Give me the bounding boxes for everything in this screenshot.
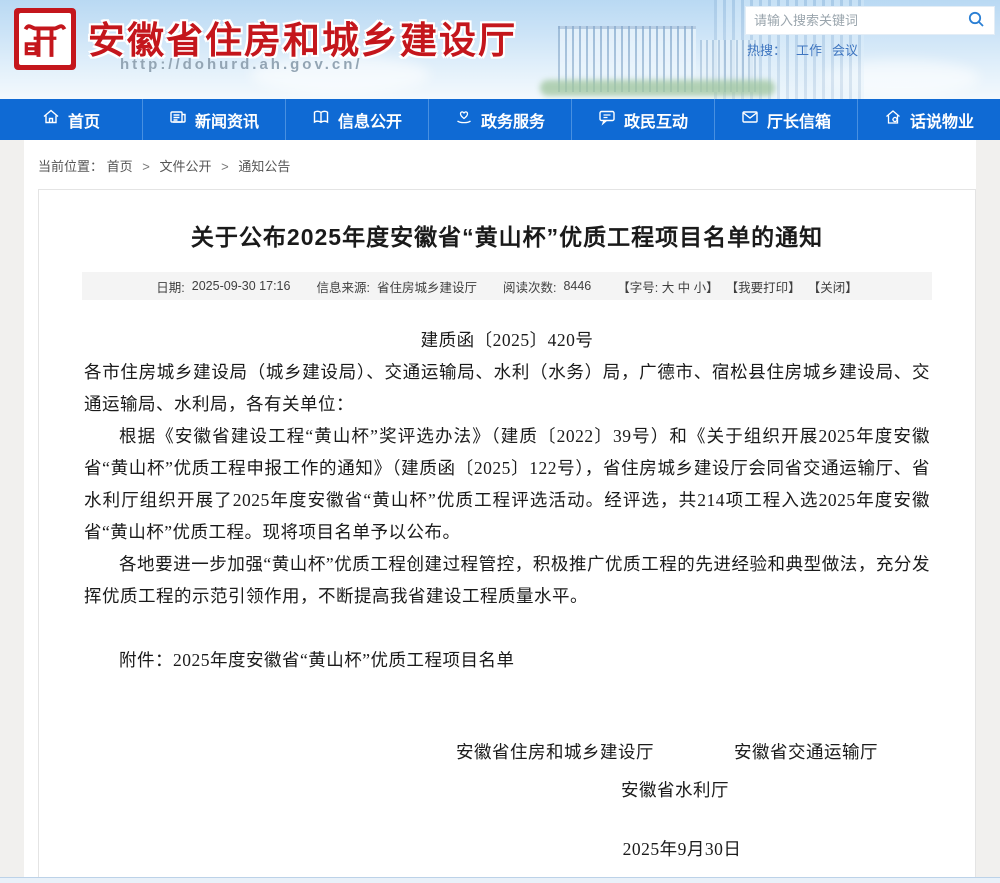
service-icon — [455, 108, 473, 131]
nav-item-home[interactable]: 首页 — [0, 99, 142, 140]
meta-views-label: 阅读次数: — [503, 277, 556, 296]
print-button[interactable]: 【我要打印】 — [726, 277, 801, 296]
breadcrumb-file-disclosure[interactable]: 文件公开 — [160, 159, 212, 174]
paragraph-basis: 根据《安徽省建设工程“黄山杯”奖评选办法》（建质〔2022〕39号）和《关于组织… — [84, 420, 930, 548]
nav-item-gov-services[interactable]: 政务服务 — [428, 99, 571, 140]
paragraph-recipients: 各市住房城乡建设局（城乡建设局）、交通运输局、水利（水务）局，广德市、宿松县住房… — [84, 356, 930, 420]
paragraph-requirements: 各地要进一步加强“黄山杯”优质工程创建过程管控，积极推广优质工程的先进经验和典型… — [84, 548, 930, 612]
footer-divider — [0, 877, 1000, 883]
search-box[interactable] — [745, 6, 995, 35]
nav-label: 新闻资讯 — [195, 108, 259, 132]
property-icon — [884, 108, 902, 131]
site-header: 安徽省住房和城乡建设厅 http://dohurd.ah.gov.cn/ 热搜：… — [0, 0, 1000, 99]
meta-views-value: 8446 — [563, 279, 591, 293]
mail-icon — [741, 108, 759, 131]
meta-source-label: 信息来源: — [316, 277, 369, 296]
document-date: 2025年9月30日 — [259, 833, 1000, 865]
main-content-area: 当前位置： 首页 > 文件公开 > 通知公告 关于公布2025年度安徽省“黄山杯… — [24, 140, 976, 883]
home-icon — [42, 108, 60, 131]
search-input[interactable] — [754, 13, 966, 28]
article-body: 建质函〔2025〕420号 各市住房城乡建设局（城乡建设局）、交通运输局、水利（… — [84, 324, 930, 883]
signature-transport-dept: 安徽省交通运输厅 — [734, 736, 878, 768]
breadcrumb-home[interactable]: 首页 — [107, 159, 133, 174]
nav-item-director-mailbox[interactable]: 厅长信箱 — [714, 99, 857, 140]
nav-label: 政务服务 — [481, 108, 545, 132]
nav-label: 话说物业 — [910, 108, 974, 132]
signature-housing-dept: 安徽省住房和城乡建设厅 — [456, 736, 654, 768]
font-size-control[interactable]: 【字号: 大 中 小】 — [617, 277, 718, 296]
close-button[interactable]: 【关闭】 — [808, 277, 858, 296]
main-nav: 首页 新闻资讯 信息公开 政务服务 政民互动 厅长信箱 话说物业 — [0, 99, 1000, 140]
search-button[interactable] — [966, 11, 986, 31]
news-icon — [169, 108, 187, 131]
hot-search: 热搜： 工作会议 — [747, 40, 858, 59]
signature-row-1: 安徽省住房和城乡建设厅 安徽省交通运输厅 — [244, 736, 1000, 768]
nav-label: 信息公开 — [338, 108, 402, 132]
meta-date-value: 2025-09-30 17:16 — [192, 279, 291, 293]
meta-date-label: 日期: — [156, 277, 184, 296]
site-url: http://dohurd.ah.gov.cn/ — [120, 56, 363, 73]
trees-decoration — [540, 80, 775, 96]
breadcrumb-notices[interactable]: 通知公告 — [238, 159, 290, 174]
breadcrumb-label: 当前位置： — [38, 159, 103, 174]
nav-item-property-talk[interactable]: 话说物业 — [857, 99, 1000, 140]
chat-icon — [598, 108, 616, 131]
document-icon — [312, 108, 330, 131]
hot-search-item[interactable]: 会议 — [832, 43, 858, 58]
breadcrumb: 当前位置： 首页 > 文件公开 > 通知公告 — [24, 140, 976, 189]
signature-row-2: 安徽省水利厅 — [252, 774, 1000, 806]
nav-label: 首页 — [68, 108, 100, 132]
hot-search-label: 热搜： — [747, 43, 786, 58]
nav-item-interaction[interactable]: 政民互动 — [571, 99, 714, 140]
article-title: 关于公布2025年度安徽省“黄山杯”优质工程项目名单的通知 — [39, 220, 975, 254]
article-container: 关于公布2025年度安徽省“黄山杯”优质工程项目名单的通知 日期: 2025-0… — [38, 189, 976, 883]
hot-search-item[interactable]: 工作 — [796, 43, 822, 58]
meta-source-value: 省住房城乡建设厅 — [377, 277, 477, 296]
attachment-line[interactable]: 附件：2025年度安徽省“黄山杯”优质工程项目名单 — [84, 644, 930, 676]
nav-item-news[interactable]: 新闻资讯 — [142, 99, 285, 140]
breadcrumb-separator: > — [221, 159, 229, 174]
nav-label: 厅长信箱 — [767, 108, 831, 132]
search-icon — [967, 10, 985, 31]
nav-label: 政民互动 — [624, 108, 688, 132]
site-logo[interactable] — [14, 8, 76, 70]
article-meta-bar: 日期: 2025-09-30 17:16 信息来源: 省住房城乡建设厅 阅读次数… — [82, 272, 932, 300]
archway-logo-icon — [19, 13, 71, 65]
breadcrumb-separator: > — [142, 159, 150, 174]
document-number: 建质函〔2025〕420号 — [84, 324, 930, 356]
nav-item-info-disclosure[interactable]: 信息公开 — [285, 99, 428, 140]
